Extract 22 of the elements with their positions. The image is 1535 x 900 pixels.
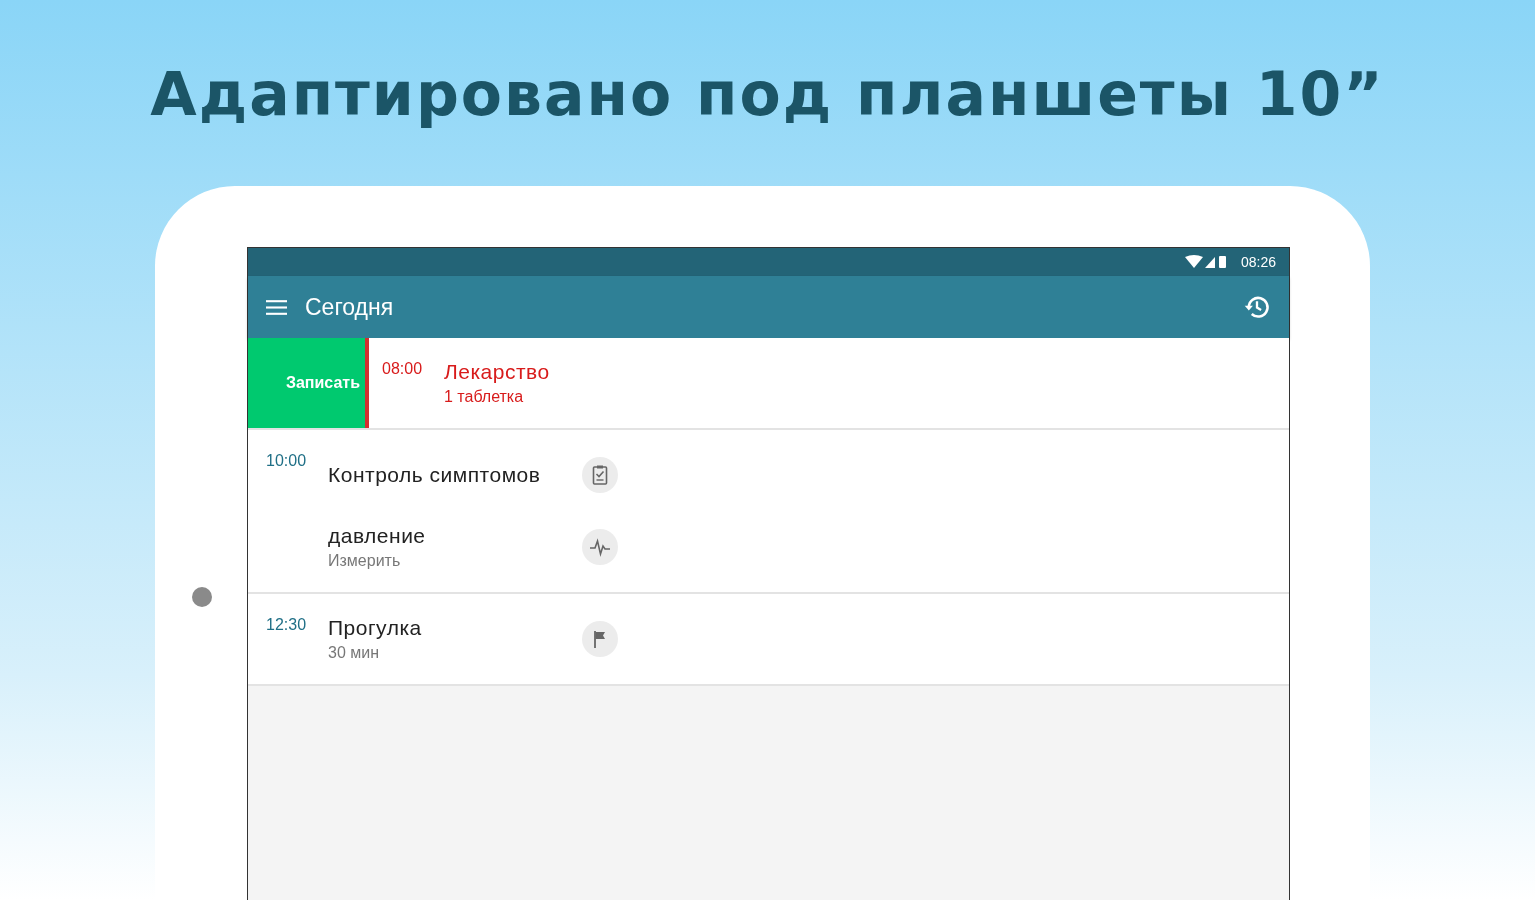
entry-title: Контроль симптомов — [328, 463, 542, 487]
status-icons — [1184, 255, 1229, 269]
time-label: 12:30 — [266, 615, 308, 635]
schedule-row[interactable]: 12:30 Прогулка 30 мин — [248, 594, 1289, 686]
status-time: 08:26 — [1240, 254, 1276, 270]
entry-subtitle: Измерить — [328, 552, 402, 570]
clipboard-icon — [582, 457, 618, 493]
schedule-row[interactable]: 10:00 Контроль симптомов давление Измерить — [248, 430, 1289, 594]
entry-title: Прогулка — [328, 616, 423, 640]
menu-icon[interactable] — [266, 299, 287, 315]
time-label: 08:00 — [382, 359, 424, 379]
camera-dot — [192, 587, 212, 607]
schedule-row[interactable]: Записать 08:00 Лекарство 1 таблетка — [248, 338, 1289, 430]
flag-icon — [582, 621, 618, 657]
time-label: 10:00 — [266, 451, 308, 471]
app-title: Сегодня — [305, 293, 395, 321]
pulse-icon — [582, 529, 618, 565]
headline: Адаптировано под планшеты 10” — [150, 58, 1385, 131]
entry-title: давление — [328, 524, 427, 548]
entry-subtitle: 30 мин — [328, 644, 380, 662]
entry-title: Лекарство — [444, 360, 551, 384]
entry-subtitle: 1 таблетка — [444, 388, 525, 406]
